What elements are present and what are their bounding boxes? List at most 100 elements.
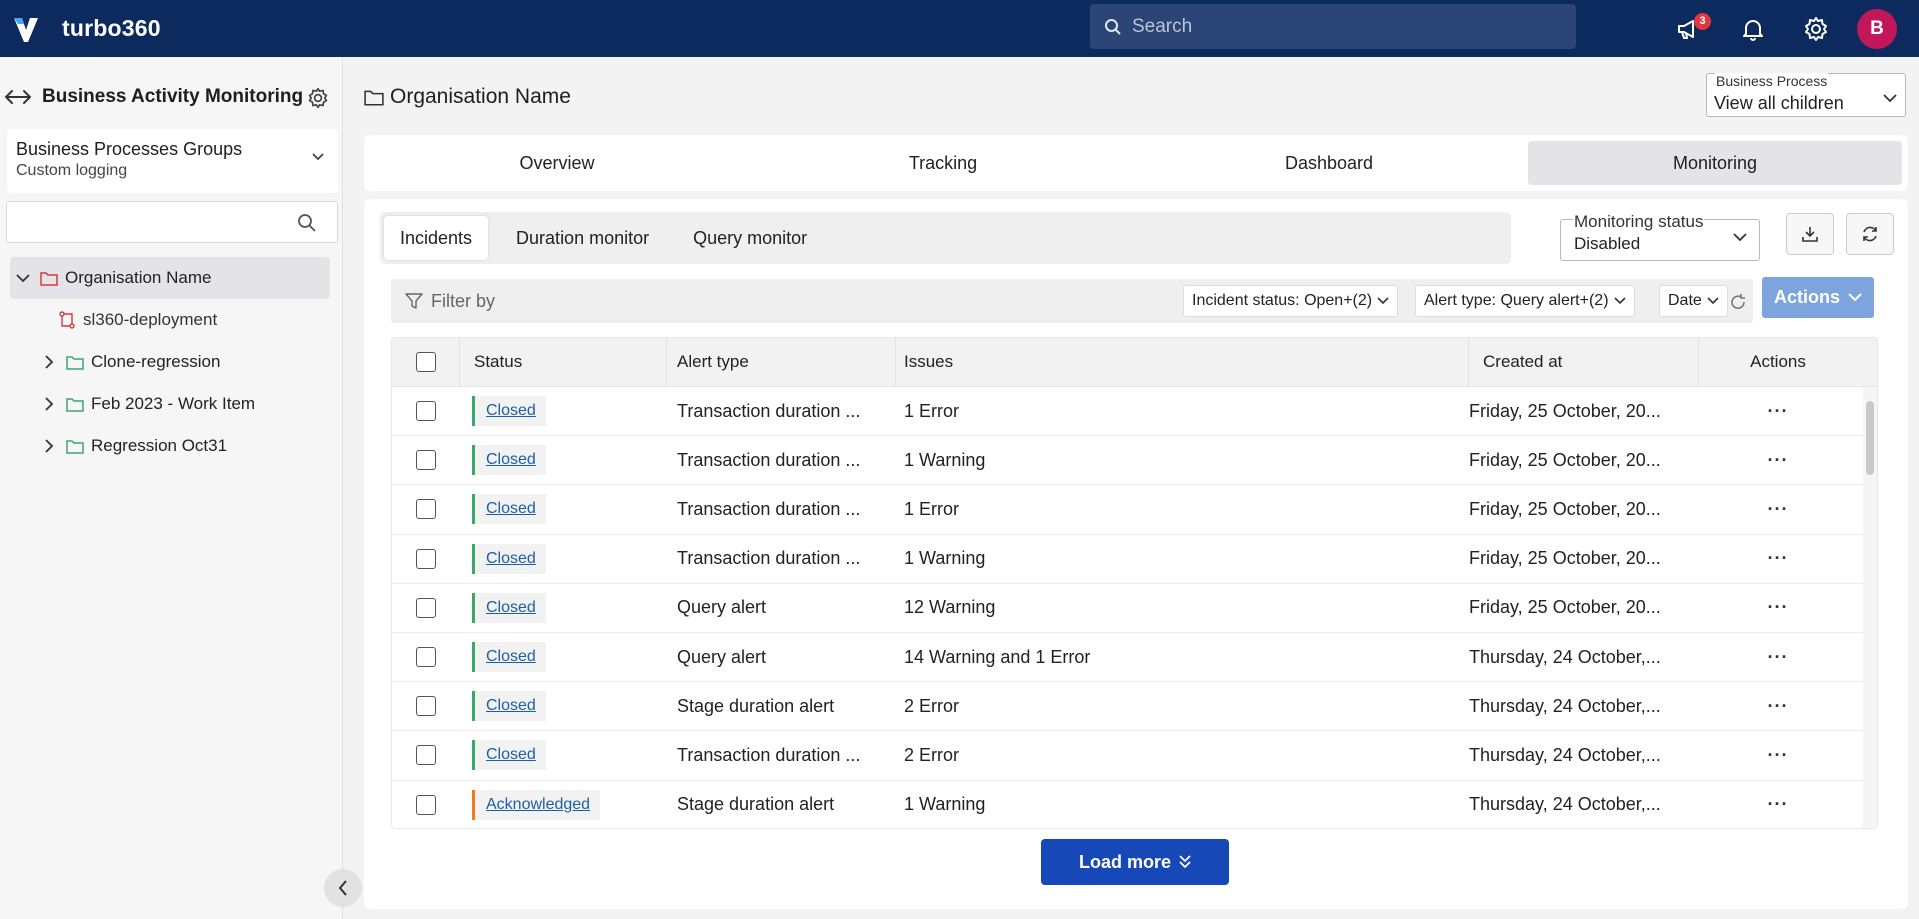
more-options-icon[interactable]: ···: [1768, 794, 1789, 815]
table-row[interactable]: Closed Query alert 14 Warning and 1 Error T…: [392, 633, 1877, 683]
header-actions: Actions: [1750, 352, 1806, 371]
header-issues[interactable]: Issues: [896, 338, 1469, 387]
more-options-icon[interactable]: ···: [1768, 597, 1789, 618]
more-options-icon[interactable]: ···: [1768, 647, 1789, 668]
status-link[interactable]: Closed: [486, 599, 536, 617]
tree-item-feb-2023[interactable]: Feb 2023 - Work Item: [10, 383, 330, 425]
row-checkbox[interactable]: [416, 597, 436, 618]
tree-item-deployment[interactable]: sl360-deployment: [10, 299, 330, 341]
created-at-text: Thursday, 24 October,...: [1469, 744, 1661, 765]
tab-monitoring[interactable]: Monitoring: [1528, 141, 1902, 185]
folder-icon: [66, 355, 84, 370]
table-row[interactable]: Closed Transaction duration ... 1 Error Fri…: [392, 485, 1877, 535]
business-process-select[interactable]: Business Process View all children: [1706, 73, 1906, 117]
tree-item-regression-oct31[interactable]: Regression Oct31: [10, 425, 330, 467]
tree-item-clone-regression[interactable]: Clone-regression: [10, 341, 330, 383]
filter-label: Filter by: [431, 290, 496, 311]
sidebar-settings-icon[interactable]: [307, 87, 329, 109]
status-link[interactable]: Closed: [486, 746, 536, 764]
table-row[interactable]: Closed Transaction duration ... 2 Error Thu…: [392, 731, 1877, 781]
alert-type-filter[interactable]: Alert type: Query alert+(2): [1415, 285, 1635, 317]
announcements-button[interactable]: 3: [1668, 7, 1712, 51]
created-at-text: Friday, 25 October, 20...: [1469, 449, 1661, 470]
global-search-input[interactable]: Search: [1090, 4, 1576, 49]
chevron-right-icon[interactable]: [36, 397, 62, 411]
table-row[interactable]: Acknowledged Stage duration alert 1 Warnin…: [392, 781, 1877, 829]
table-row[interactable]: Closed Stage duration alert 2 Error Thursda…: [392, 682, 1877, 732]
status-link[interactable]: Closed: [486, 402, 536, 420]
created-at-text: Thursday, 24 October,...: [1469, 695, 1661, 716]
row-checkbox[interactable]: [416, 696, 436, 717]
row-checkbox[interactable]: [416, 450, 436, 471]
more-options-icon[interactable]: ···: [1768, 401, 1789, 422]
export-button[interactable]: [1786, 213, 1834, 255]
row-checkbox[interactable]: [416, 647, 436, 668]
header-status[interactable]: Status: [460, 338, 667, 387]
monitoring-status-select[interactable]: Monitoring status Disabled: [1560, 212, 1760, 261]
subtab-duration-monitor[interactable]: Duration monitor: [500, 216, 665, 260]
search-placeholder: Search: [1132, 15, 1193, 37]
scrollbar-thumb[interactable]: [1866, 401, 1874, 475]
refresh-button[interactable]: [1846, 213, 1894, 255]
incident-status-filter[interactable]: Incident status: Open+(2): [1183, 285, 1399, 317]
table-row[interactable]: Closed Transaction duration ... 1 Warning F…: [392, 535, 1877, 584]
more-options-icon[interactable]: ···: [1768, 499, 1789, 520]
row-actions-cell: ···: [1699, 485, 1857, 533]
created-at-text: Friday, 25 October, 20...: [1469, 498, 1661, 519]
status-link[interactable]: Closed: [486, 451, 536, 469]
reset-filter-icon[interactable]: [1729, 293, 1747, 311]
folder-icon: [66, 439, 84, 454]
notifications-button[interactable]: [1731, 7, 1775, 51]
status-link[interactable]: Closed: [486, 648, 536, 666]
more-options-icon[interactable]: ···: [1768, 696, 1789, 717]
more-options-icon[interactable]: ···: [1768, 548, 1789, 569]
filter-bar[interactable]: Filter by Incident status: Open+(2) Aler…: [391, 279, 1753, 323]
refresh-icon: [1863, 226, 1877, 242]
alert-type-text: Query alert: [677, 597, 767, 618]
user-avatar[interactable]: B: [1857, 8, 1897, 49]
brand[interactable]: turbo360: [12, 14, 161, 44]
chevron-down-icon[interactable]: [10, 273, 36, 283]
tab-overview[interactable]: Overview: [370, 141, 744, 185]
row-checkbox[interactable]: [416, 401, 436, 422]
row-checkbox[interactable]: [416, 499, 436, 520]
subtab-incidents[interactable]: Incidents: [384, 216, 489, 260]
alert-type-text: Transaction duration ...: [677, 400, 861, 421]
tab-dashboard[interactable]: Dashboard: [1142, 141, 1516, 185]
status-link[interactable]: Closed: [486, 550, 536, 568]
tab-tracking[interactable]: Tracking: [756, 141, 1130, 185]
settings-button[interactable]: [1794, 7, 1838, 51]
chip-label: Incident status: Open+(2): [1192, 292, 1373, 309]
chevron-right-icon[interactable]: [36, 439, 62, 453]
alert-type-cell: Transaction duration ...: [667, 436, 896, 484]
row-select-cell: [392, 436, 460, 484]
status-link[interactable]: Closed: [486, 697, 536, 715]
chevron-right-icon[interactable]: [36, 355, 62, 369]
table-scrollbar[interactable]: [1863, 387, 1877, 828]
created-at-text: Thursday, 24 October,...: [1469, 646, 1661, 667]
select-all-checkbox[interactable]: [415, 352, 436, 372]
row-checkbox[interactable]: [416, 745, 436, 766]
more-options-icon[interactable]: ···: [1768, 745, 1789, 766]
table-row[interactable]: Closed Transaction duration ... 1 Error Fri…: [392, 387, 1877, 437]
business-process-group-selector[interactable]: Business Processes Groups Custom logging: [7, 129, 338, 193]
table-row[interactable]: Closed Query alert 12 Warning Friday, 25 Oc…: [392, 584, 1877, 633]
header-created-at[interactable]: Created at: [1469, 338, 1699, 387]
row-checkbox[interactable]: [416, 794, 436, 815]
issues-cell: 1 Warning: [896, 781, 1469, 829]
sidebar-search-input[interactable]: [6, 201, 338, 243]
row-checkbox[interactable]: [416, 548, 436, 569]
chevron-down-icon: [1883, 94, 1897, 103]
status-link[interactable]: Acknowledged: [486, 796, 590, 814]
tree-item-organisation[interactable]: Organisation Name: [10, 257, 330, 299]
subtab-query-monitor[interactable]: Query monitor: [677, 216, 823, 260]
main-content: Organisation Name Business Process View …: [344, 57, 1919, 919]
chevron-down-icon: [1613, 297, 1626, 305]
load-more-button[interactable]: Load more: [1041, 839, 1229, 885]
status-link[interactable]: Closed: [486, 500, 536, 518]
actions-button[interactable]: Actions: [1762, 277, 1874, 318]
header-alert-type[interactable]: Alert type: [667, 338, 896, 387]
table-row[interactable]: Closed Transaction duration ... 1 Warning F…: [392, 436, 1877, 486]
date-filter[interactable]: Date: [1659, 285, 1728, 317]
more-options-icon[interactable]: ···: [1768, 450, 1789, 471]
